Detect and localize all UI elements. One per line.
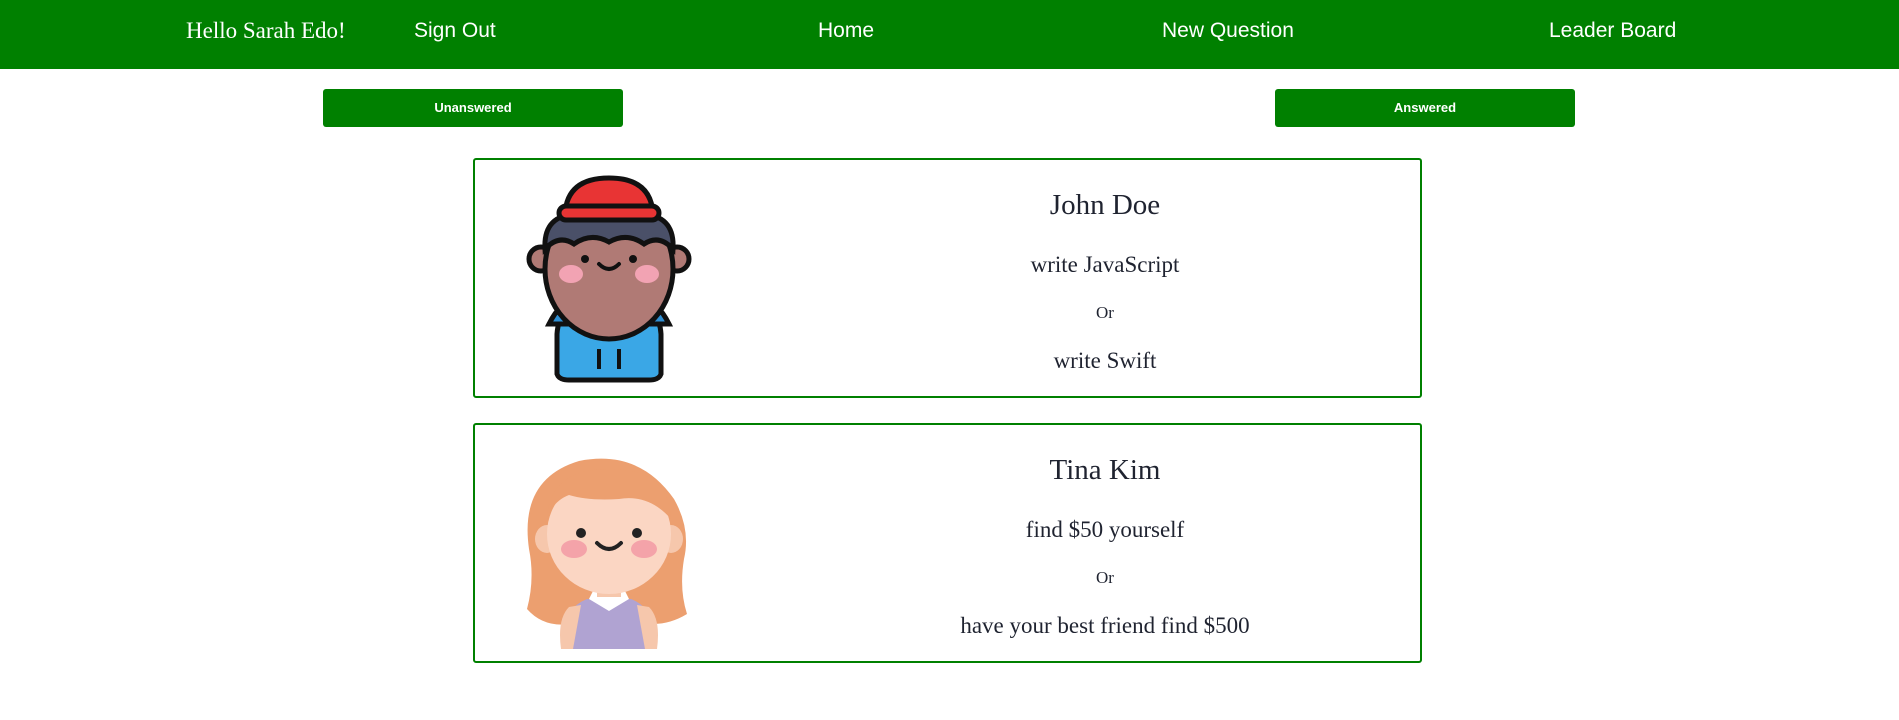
boy-avatar	[526, 175, 692, 383]
question-card[interactable]: John Doe write JavaScript Or write Swift	[473, 158, 1422, 398]
top-navbar: Hello Sarah Edo! Sign Out Home New Quest…	[0, 0, 1899, 69]
answered-tab-button[interactable]: Answered	[1275, 89, 1575, 127]
nav-leader-board-link[interactable]: Leader Board	[1549, 0, 1676, 62]
option-two-text: write Swift	[1053, 348, 1157, 373]
sign-out-link[interactable]: Sign Out	[414, 0, 496, 62]
question-card[interactable]: Tina Kim find $50 yourself Or have your …	[473, 423, 1422, 663]
nav-home-link[interactable]: Home	[818, 0, 874, 62]
girl-avatar	[527, 458, 687, 649]
question-author: John Doe	[1049, 189, 1161, 221]
option-one-text: write JavaScript	[1030, 252, 1180, 277]
question-author: Tina Kim	[1049, 454, 1161, 486]
unanswered-tab-button[interactable]: Unanswered	[323, 89, 623, 127]
or-separator: Or	[1096, 303, 1114, 322]
nav-new-question-link[interactable]: New Question	[1162, 0, 1294, 62]
user-greeting: Hello Sarah Edo!	[186, 18, 346, 43]
option-one-text: find $50 yourself	[1025, 517, 1185, 542]
option-two-text: have your best friend find $500	[960, 613, 1250, 638]
or-separator: Or	[1096, 568, 1114, 587]
